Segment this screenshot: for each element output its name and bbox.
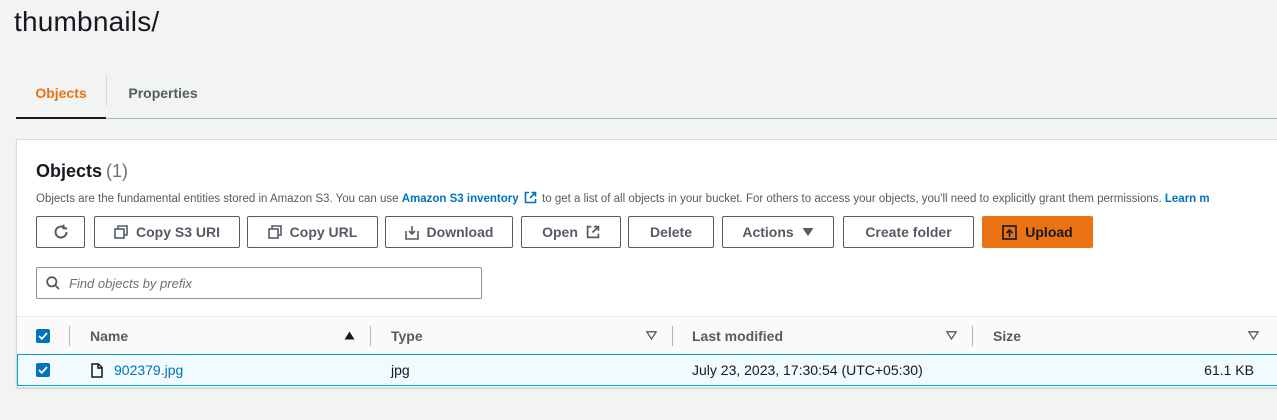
sort-ascending-icon[interactable] <box>344 317 355 354</box>
description-text-2: to get a list of all objects in your buc… <box>538 193 1165 205</box>
sort-icon[interactable] <box>946 317 957 354</box>
external-link-icon[interactable] <box>524 191 537 207</box>
external-link-icon <box>586 225 600 239</box>
description-text: Objects are the fundamental entities sto… <box>36 193 402 205</box>
open-button[interactable]: Open <box>521 216 621 248</box>
actions-dropdown[interactable]: Actions <box>722 216 834 248</box>
search-field <box>36 267 482 299</box>
upload-icon <box>1002 224 1018 240</box>
column-header-last-modified[interactable]: Last modified <box>692 317 783 354</box>
column-divider <box>370 326 371 346</box>
table-header: Name Type Last modified Size <box>17 316 1277 354</box>
create-folder-label: Create folder <box>865 224 952 240</box>
object-last-modified: July 23, 2023, 17:30:54 (UTC+05:30) <box>692 362 923 378</box>
panel-header: Objects (1) <box>36 161 128 182</box>
sort-icon[interactable] <box>1248 317 1259 354</box>
object-type: jpg <box>391 362 410 378</box>
download-button[interactable]: Download <box>385 216 513 248</box>
column-header-type[interactable]: Type <box>391 317 423 354</box>
caret-down-icon <box>802 227 814 237</box>
learn-more-link[interactable]: Learn m <box>1165 193 1210 205</box>
copy-s3-uri-button[interactable]: Copy S3 URI <box>94 216 240 248</box>
table-row[interactable]: 902379.jpg jpg July 23, 2023, 17:30:54 (… <box>17 354 1277 386</box>
select-all-checkbox[interactable] <box>36 317 50 354</box>
open-label: Open <box>542 224 578 240</box>
copy-url-button[interactable]: Copy URL <box>247 216 378 248</box>
actions-label: Actions <box>742 224 794 240</box>
search-icon <box>46 276 60 290</box>
checkbox-checked-icon <box>36 363 50 377</box>
column-header-size[interactable]: Size <box>993 317 1021 354</box>
delete-label: Delete <box>649 224 693 240</box>
tab-properties[interactable]: Properties <box>107 68 219 118</box>
copy-s3-uri-label: Copy S3 URI <box>135 224 220 240</box>
tab-bar: Objects Properties <box>16 68 1277 119</box>
upload-label: Upload <box>1025 224 1073 240</box>
delete-button[interactable]: Delete <box>628 216 714 248</box>
refresh-icon <box>52 223 70 241</box>
column-divider <box>672 326 673 346</box>
search-input[interactable] <box>69 275 449 291</box>
upload-button[interactable]: Upload <box>982 216 1093 248</box>
copy-icon <box>267 225 282 239</box>
copy-icon <box>114 225 128 239</box>
column-divider <box>972 326 973 346</box>
panel-description: Objects are the fundamental entities sto… <box>36 191 1210 207</box>
page-title: thumbnails/ <box>14 6 160 37</box>
object-name-link[interactable]: 902379.jpg <box>114 355 183 385</box>
download-icon <box>404 225 419 240</box>
row-checkbox[interactable] <box>36 355 50 385</box>
panel-title: Objects <box>36 161 103 181</box>
objects-panel: Objects (1) Objects are the fundamental e… <box>16 139 1277 388</box>
file-icon <box>91 355 103 385</box>
s3-inventory-link[interactable]: Amazon S3 inventory <box>402 193 519 205</box>
object-count: (1) <box>106 161 129 181</box>
column-header-name[interactable]: Name <box>90 317 128 354</box>
refresh-button[interactable] <box>36 216 85 248</box>
sort-icon[interactable] <box>646 317 657 354</box>
copy-url-label: Copy URL <box>289 224 358 240</box>
column-divider <box>69 326 70 346</box>
create-folder-button[interactable]: Create folder <box>843 216 974 248</box>
object-size: 61.1 KB <box>1204 362 1254 378</box>
checkbox-checked-icon <box>36 328 50 343</box>
download-label: Download <box>426 224 494 240</box>
tab-objects[interactable]: Objects <box>16 68 106 119</box>
